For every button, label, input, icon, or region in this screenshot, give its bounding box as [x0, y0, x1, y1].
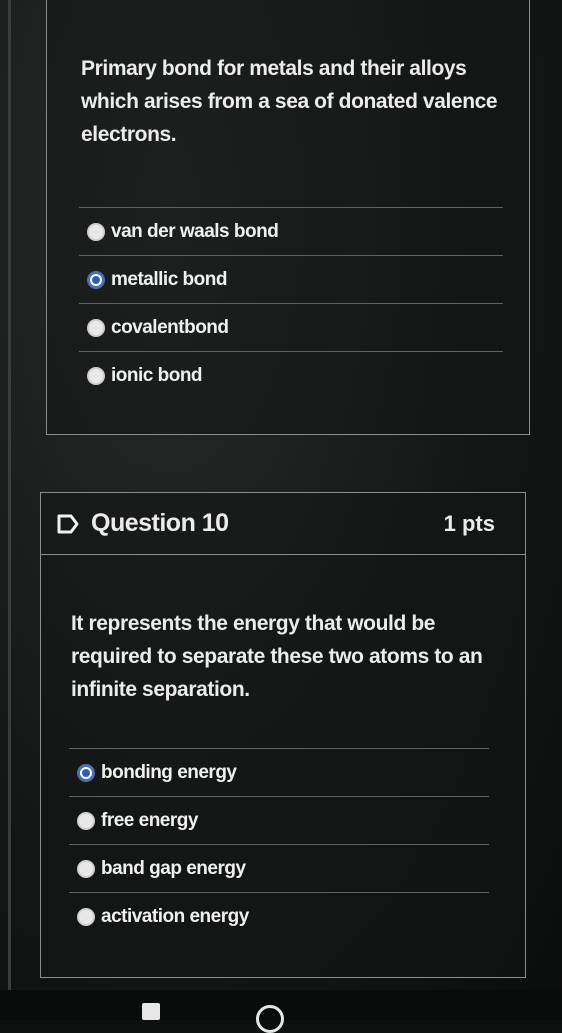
option-label: free energy: [101, 809, 198, 831]
radio-button[interactable]: [77, 811, 95, 830]
radio-button[interactable]: [87, 222, 105, 241]
question-10-option-2[interactable]: band gap energy: [69, 844, 489, 892]
question-10-card: Question 10 1 pts It represents the ener…: [40, 492, 526, 978]
recent-apps-icon[interactable]: [142, 1003, 160, 1020]
question-9-stem: Primary bond for metals and their alloys…: [81, 57, 498, 146]
left-edge-divider: [8, 0, 11, 1020]
option-label: band gap energy: [101, 857, 246, 879]
option-label: bonding energy: [101, 761, 237, 783]
option-label: van der waals bond: [111, 220, 279, 242]
radio-button-selected[interactable]: [77, 763, 95, 782]
question-10-header: Question 10 1 pts: [41, 493, 525, 555]
radio-button[interactable]: [87, 318, 105, 337]
radio-button[interactable]: [77, 907, 95, 926]
question-10-option-1[interactable]: free energy: [69, 796, 489, 844]
question-9-option-1[interactable]: metallic bond: [79, 255, 503, 303]
question-9-option-0[interactable]: van der waals bond: [79, 207, 503, 255]
question-10-option-0[interactable]: bonding energy: [69, 748, 489, 796]
option-label: activation energy: [101, 905, 249, 927]
question-10-options: bonding energy free energy band gap ener…: [69, 748, 489, 940]
question-points: 1 pts: [443, 510, 495, 536]
question-10-stem: It represents the energy that would be r…: [71, 612, 483, 701]
question-10-option-3[interactable]: activation energy: [69, 892, 489, 940]
question-9-card: Primary bond for metals and their alloys…: [46, 0, 530, 435]
flag-outline-icon[interactable]: [57, 514, 79, 534]
radio-button[interactable]: [77, 859, 95, 878]
home-icon[interactable]: [256, 1005, 284, 1033]
radio-button-selected[interactable]: [87, 270, 105, 289]
radio-button[interactable]: [87, 366, 105, 385]
question-9-option-3[interactable]: ionic bond: [79, 351, 503, 399]
option-label: metallic bond: [111, 268, 227, 290]
question-title: Question 10: [91, 509, 229, 537]
option-label: ionic bond: [111, 364, 203, 386]
question-9-options: van der waals bond metallic bond covalen…: [79, 207, 503, 399]
question-9-option-2[interactable]: covalentbond: [79, 303, 503, 351]
option-label: covalentbond: [111, 316, 229, 338]
